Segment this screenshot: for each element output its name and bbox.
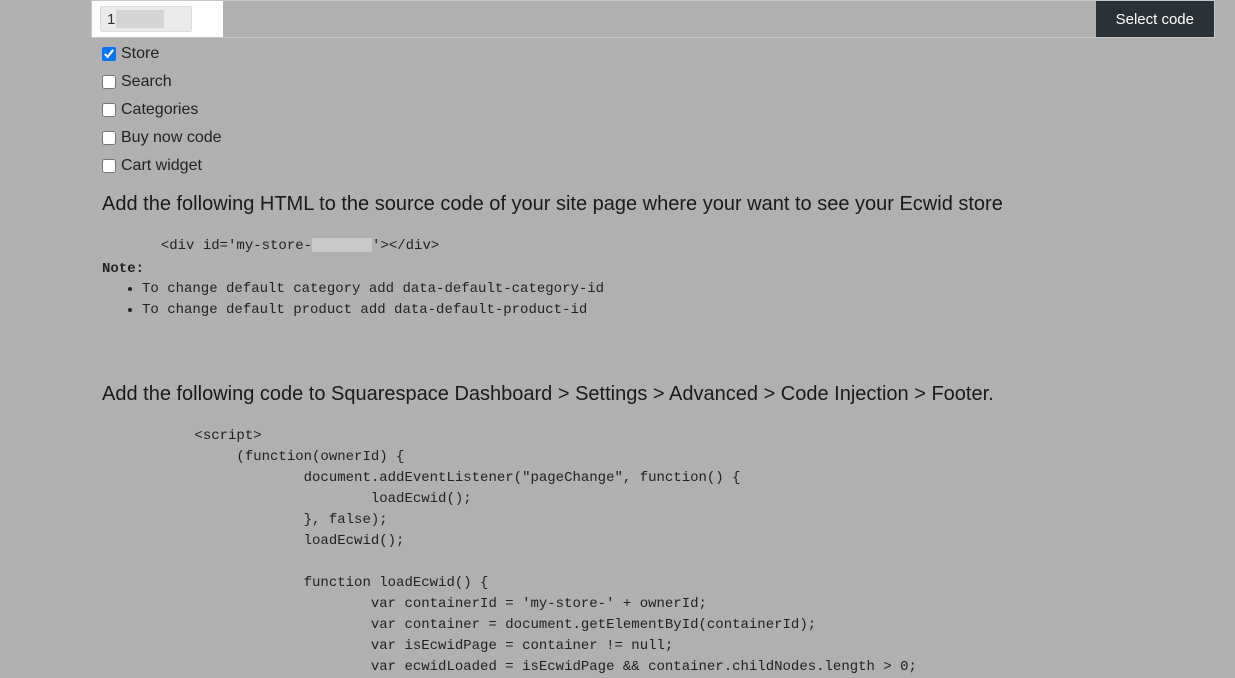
note-item: To change default category add data-defa… <box>142 279 1162 300</box>
cart-label: Cart widget <box>121 157 202 175</box>
select-code-button[interactable]: Select code <box>1096 1 1214 37</box>
redacted-input-icon <box>116 10 164 28</box>
redacted-id-icon <box>312 238 372 252</box>
instruction-2: Add the following code to Squarespace Da… <box>102 383 1162 406</box>
categories-label: Categories <box>121 101 198 119</box>
checkbox-row-store[interactable]: Store <box>102 45 1162 63</box>
search-checkbox[interactable] <box>102 75 116 89</box>
cart-checkbox[interactable] <box>102 159 116 173</box>
select-code-label: Select code <box>1116 11 1194 28</box>
notes-list: To change default category add data-defa… <box>142 279 1162 321</box>
main-content: Store Search Categories Buy now code Car… <box>102 40 1162 678</box>
categories-checkbox[interactable] <box>102 103 116 117</box>
search-label: Search <box>121 73 172 91</box>
note-block: Note: To change default category add dat… <box>102 259 1162 321</box>
checkbox-row-categories[interactable]: Categories <box>102 101 1162 119</box>
store-label: Store <box>121 45 159 63</box>
checkbox-row-search[interactable]: Search <box>102 73 1162 91</box>
buynow-label: Buy now code <box>121 129 222 147</box>
toolbar-spacer <box>223 1 1096 37</box>
buynow-checkbox[interactable] <box>102 131 116 145</box>
checkbox-row-buynow[interactable]: Buy now code <box>102 129 1162 147</box>
instruction-1: Add the following HTML to the source cod… <box>102 193 1162 216</box>
html-snippet: <div id='my-store- '></div> <box>102 236 1162 257</box>
input-value-text: 1 <box>107 11 115 28</box>
script-snippet: <script> (function(ownerId) { document.a… <box>102 426 1162 678</box>
store-checkbox[interactable] <box>102 47 116 61</box>
owner-id-input[interactable]: 1 <box>100 6 192 32</box>
top-toolbar: 1 Select code <box>91 0 1215 38</box>
snippet1-post: '></div> <box>372 238 439 254</box>
note-label: Note: <box>102 261 144 277</box>
checkbox-row-cart[interactable]: Cart widget <box>102 157 1162 175</box>
snippet1-pre: <div id='my-store- <box>102 238 312 254</box>
note-item: To change default product add data-defau… <box>142 300 1162 321</box>
code-input-wrapper: 1 <box>92 1 223 37</box>
